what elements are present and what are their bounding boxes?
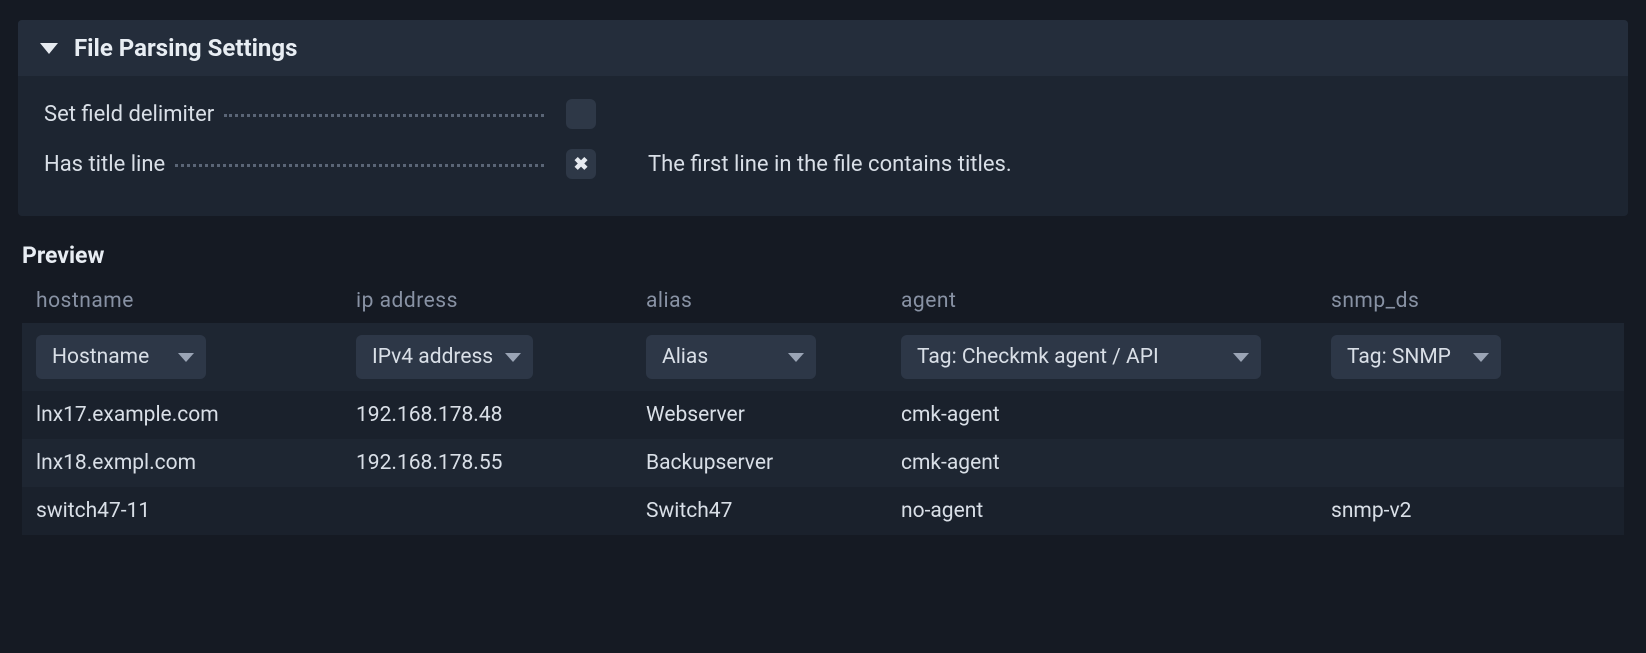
cell-agent: no-agent — [887, 487, 1317, 535]
dotted-leader — [224, 114, 544, 117]
cell-snmp — [1317, 391, 1624, 439]
cell-alias: Webserver — [632, 391, 887, 439]
select-value: Hostname — [52, 345, 149, 369]
preview-table: hostname ip address alias agent snmp_ds … — [22, 279, 1624, 535]
ip-select[interactable]: IPv4 address — [356, 335, 533, 379]
cell-ip — [342, 487, 632, 535]
cell-hostname: switch47-11 — [22, 487, 342, 535]
has-title-line-checkbox[interactable] — [566, 149, 596, 179]
setting-has-title-line: Has title line The first line in the fil… — [44, 142, 1602, 186]
table-row: switch47-11 Switch47 no-agent snmp-v2 — [22, 487, 1624, 535]
file-parsing-panel: File Parsing Settings Set field delimite… — [18, 20, 1628, 216]
chevron-down-icon — [505, 353, 521, 362]
agent-select[interactable]: Tag: Checkmk agent / API — [901, 335, 1261, 379]
preview-heading: Preview — [22, 242, 1624, 269]
cell-hostname: lnx17.example.com — [22, 391, 342, 439]
snmp-select[interactable]: Tag: SNMP — [1331, 335, 1501, 379]
setting-field-delimiter: Set field delimiter — [44, 92, 1602, 136]
cell-ip: 192.168.178.48 — [342, 391, 632, 439]
cell-agent: cmk-agent — [887, 391, 1317, 439]
col-header-hostname: hostname — [22, 279, 342, 323]
select-value: Tag: SNMP — [1347, 345, 1451, 369]
table-row: lnx17.example.com 192.168.178.48 Webserv… — [22, 391, 1624, 439]
dotted-leader — [175, 164, 544, 167]
col-header-agent: agent — [887, 279, 1317, 323]
header-row: hostname ip address alias agent snmp_ds — [22, 279, 1624, 323]
chevron-down-icon — [178, 353, 194, 362]
cell-alias: Switch47 — [632, 487, 887, 535]
chevron-down-icon — [1473, 353, 1489, 362]
cell-snmp: snmp-v2 — [1317, 487, 1624, 535]
select-value: Alias — [662, 345, 708, 369]
panel-title: File Parsing Settings — [74, 34, 297, 62]
settings-body: Set field delimiter Has title line The f… — [18, 76, 1628, 194]
col-header-snmp: snmp_ds — [1317, 279, 1624, 323]
panel-header[interactable]: File Parsing Settings — [18, 20, 1628, 76]
hostname-select[interactable]: Hostname — [36, 335, 206, 379]
cell-alias: Backupserver — [632, 439, 887, 487]
table-row: lnx18.exmpl.com 192.168.178.55 Backupser… — [22, 439, 1624, 487]
field-delimiter-checkbox[interactable] — [566, 99, 596, 129]
selector-row: Hostname IPv4 address Alias Tag: Checkmk — [22, 323, 1624, 391]
cell-ip: 192.168.178.55 — [342, 439, 632, 487]
setting-label-text: Has title line — [44, 152, 165, 177]
cell-snmp — [1317, 439, 1624, 487]
chevron-down-icon — [1233, 353, 1249, 362]
setting-label: Set field delimiter — [44, 102, 544, 127]
chevron-down-icon — [788, 353, 804, 362]
has-title-line-help: The first line in the file contains titl… — [648, 152, 1602, 177]
select-value: IPv4 address — [372, 345, 493, 369]
col-header-ip: ip address — [342, 279, 632, 323]
select-value: Tag: Checkmk agent / API — [917, 345, 1159, 369]
setting-label: Has title line — [44, 152, 544, 177]
cell-agent: cmk-agent — [887, 439, 1317, 487]
alias-select[interactable]: Alias — [646, 335, 816, 379]
cell-hostname: lnx18.exmpl.com — [22, 439, 342, 487]
caret-down-icon — [40, 43, 58, 54]
col-header-alias: alias — [632, 279, 887, 323]
setting-label-text: Set field delimiter — [44, 102, 214, 127]
